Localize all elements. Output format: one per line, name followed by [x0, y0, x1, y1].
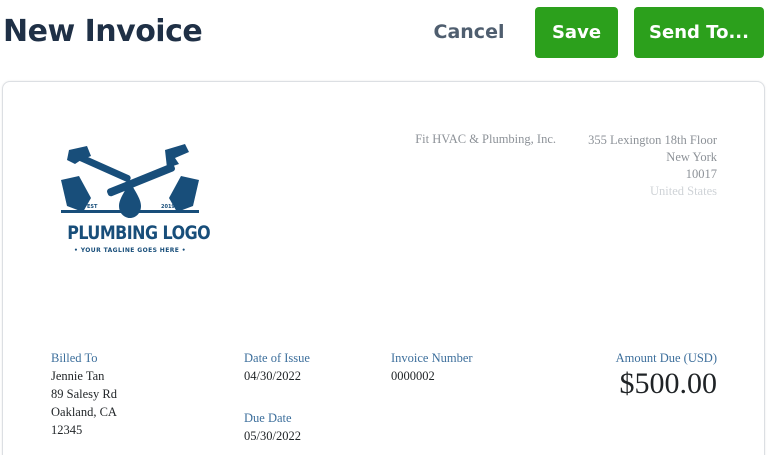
date-of-issue-value: 04/30/2022 [244, 369, 301, 383]
amount-due-label: Amount Due (USD) [615, 351, 717, 365]
logo-tagline: • YOUR TAGLINE GOES HERE • [74, 247, 186, 254]
invoice-number-value: 0000002 [391, 369, 435, 383]
page-title: New Invoice [3, 14, 203, 49]
due-date-label: Due Date [244, 411, 292, 425]
date-of-issue-label: Date of Issue [244, 351, 310, 365]
address-country: United States [649, 184, 717, 198]
company-logo[interactable]: EST 2019 PLUMBING LOGO • YOUR TAGLINE GO… [57, 142, 211, 262]
due-date-value: 05/30/2022 [244, 429, 301, 443]
address-zip: 10017 [685, 167, 717, 181]
billed-to-label: Billed To [51, 351, 98, 365]
send-to-button[interactable]: Send To... [634, 7, 764, 58]
logo-wordmark: PLUMBING LOGO [67, 223, 211, 244]
invoice-number-label: Invoice Number [391, 351, 473, 365]
cancel-button[interactable]: Cancel [418, 12, 520, 52]
logo-year-text: 2019 [161, 204, 175, 210]
billed-to-details: Jennie Tan 89 Salesy Rd Oakland, CA 1234… [51, 367, 117, 439]
plumbing-logo-icon: EST 2019 [61, 144, 199, 218]
client-street: 89 Salesy Rd [51, 387, 117, 401]
client-name: Jennie Tan [51, 369, 105, 383]
address-city: New York [666, 150, 717, 164]
company-address: 355 Lexington 18th Floor New York 10017 … [588, 132, 717, 200]
address-line1: 355 Lexington 18th Floor [588, 133, 717, 147]
client-zip: 12345 [51, 423, 83, 437]
client-city: Oakland, CA [51, 405, 117, 419]
amount-due-value: $500.00 [619, 367, 718, 400]
company-name: Fit HVAC & Plumbing, Inc. [415, 132, 556, 146]
save-button[interactable]: Save [535, 7, 618, 58]
invoice-preview-card: EST 2019 PLUMBING LOGO • YOUR TAGLINE GO… [2, 81, 765, 455]
logo-est-text: EST [87, 204, 98, 210]
